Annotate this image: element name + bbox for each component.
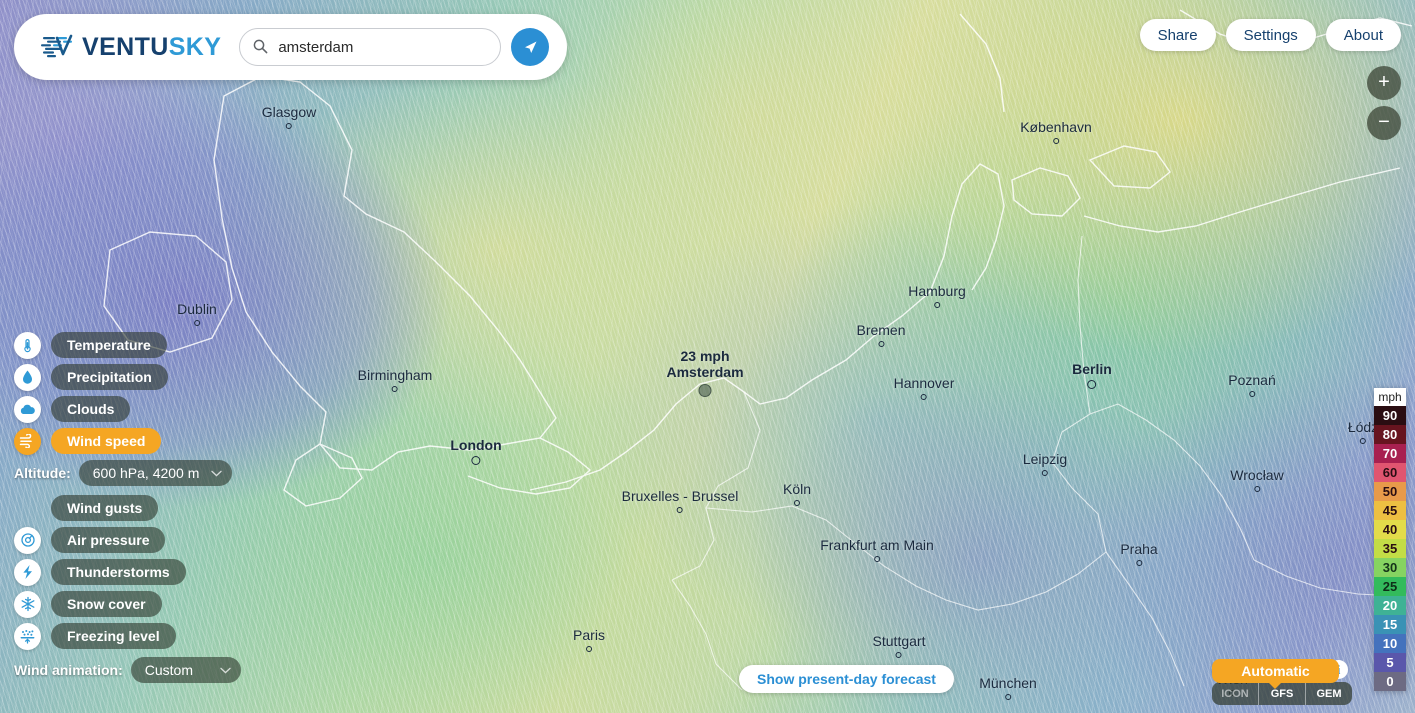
model-selector: Model: i Automatic ICON GFS GEM bbox=[1212, 659, 1352, 705]
ventusky-logo[interactable]: VENTUSKY bbox=[41, 33, 221, 62]
layer-button-precipitation[interactable]: Precipitation bbox=[51, 364, 168, 390]
ventusky-app: Glasgow Dublin Birmingham London København Ha… bbox=[0, 0, 1415, 713]
cloud-icon bbox=[14, 395, 41, 423]
altitude-label: Altitude: bbox=[14, 465, 71, 481]
ventusky-logo-icon bbox=[41, 34, 73, 58]
altitude-select[interactable]: 600 hPa, 4200 m bbox=[78, 460, 233, 486]
zoom-in-button[interactable]: + bbox=[1367, 66, 1401, 100]
layer-button-thunderstorms[interactable]: Thunderstorms bbox=[51, 559, 186, 585]
layer-button-temperature[interactable]: Temperature bbox=[51, 332, 167, 358]
wind-animation-row[interactable]: Wind animation: Custom bbox=[14, 657, 274, 683]
layer-button-clouds[interactable]: Clouds bbox=[51, 396, 131, 422]
legend-unit-label: mph bbox=[1374, 388, 1406, 406]
snowflake-icon bbox=[14, 590, 41, 618]
model-tab-icon[interactable]: ICON bbox=[1212, 682, 1258, 705]
layer-sidebar: Temperature Precipitation Clouds Wind sp… bbox=[14, 331, 274, 689]
layer-row-precipitation[interactable]: Precipitation bbox=[14, 363, 274, 391]
legend-swatch: 15 bbox=[1374, 615, 1406, 634]
locate-me-button[interactable] bbox=[511, 28, 550, 66]
share-button[interactable]: Share bbox=[1139, 19, 1216, 51]
legend-swatch: 40 bbox=[1374, 520, 1406, 539]
wind-animation-label: Wind animation: bbox=[14, 662, 123, 678]
layer-row-snow-cover[interactable]: Snow cover bbox=[14, 590, 274, 618]
legend-swatch: 45 bbox=[1374, 501, 1406, 520]
thermometer-icon bbox=[14, 331, 41, 359]
legend-swatch: 10 bbox=[1374, 634, 1406, 653]
legend-swatch: 35 bbox=[1374, 539, 1406, 558]
brand-text-secondary: SKY bbox=[168, 32, 222, 61]
legend-swatch: 0 bbox=[1374, 672, 1406, 691]
brand-text-primary: VENTU bbox=[82, 32, 169, 61]
top-search-bar: VENTUSKY bbox=[14, 14, 567, 80]
about-button[interactable]: About bbox=[1325, 19, 1401, 51]
spacer-icon bbox=[14, 495, 41, 522]
zoom-out-button[interactable]: − bbox=[1367, 106, 1401, 140]
selected-location-name: Amsterdam bbox=[666, 364, 744, 380]
selected-location-value: 23 mph bbox=[680, 348, 730, 364]
altitude-row[interactable]: Altitude: 600 hPa, 4200 m bbox=[14, 460, 274, 486]
layer-button-snow-cover[interactable]: Snow cover bbox=[51, 591, 162, 617]
raindrop-icon bbox=[14, 363, 41, 391]
legend-swatch: 70 bbox=[1374, 444, 1406, 463]
model-tabs: ICON GFS GEM bbox=[1212, 682, 1352, 705]
legend-swatch: 20 bbox=[1374, 596, 1406, 615]
zoom-controls: + − bbox=[1367, 66, 1401, 140]
search-input[interactable] bbox=[239, 28, 502, 66]
legend-levels: 90 80 70 60 50 45 40 35 30 25 20 15 10 5 0 bbox=[1374, 406, 1406, 691]
wind-speed-legend: mph 90 80 70 60 50 45 40 35 30 25 20 15 10 5 0 bbox=[1374, 388, 1406, 691]
layer-row-freezing-level[interactable]: Freezing level bbox=[14, 622, 274, 650]
legend-swatch: 50 bbox=[1374, 482, 1406, 501]
freezing-icon bbox=[14, 622, 41, 650]
layer-button-wind-gusts[interactable]: Wind gusts bbox=[51, 495, 159, 521]
chevron-down-icon bbox=[211, 470, 223, 477]
search-container bbox=[239, 28, 502, 66]
wind-animation-value: Custom bbox=[144, 662, 193, 678]
ventusky-wordmark: VENTUSKY bbox=[82, 33, 221, 62]
legend-swatch: 90 bbox=[1374, 406, 1406, 425]
layer-button-air-pressure[interactable]: Air pressure bbox=[51, 527, 166, 553]
selected-location-marker[interactable]: 23 mph Amsterdam bbox=[666, 348, 744, 397]
top-right-actions: Share Settings About bbox=[1139, 19, 1401, 51]
layer-button-freezing-level[interactable]: Freezing level bbox=[51, 623, 176, 649]
layer-button-wind-speed[interactable]: Wind speed bbox=[51, 428, 162, 454]
altitude-value: 600 hPa, 4200 m bbox=[92, 465, 200, 481]
layer-row-wind-gusts[interactable]: Wind gusts bbox=[14, 495, 274, 521]
layer-row-temperature[interactable]: Temperature bbox=[14, 331, 274, 359]
location-pin-icon bbox=[698, 384, 712, 397]
legend-swatch: 60 bbox=[1374, 463, 1406, 482]
layer-row-clouds[interactable]: Clouds bbox=[14, 395, 274, 423]
wind-icon bbox=[14, 427, 41, 455]
layer-row-wind-speed[interactable]: Wind speed bbox=[14, 427, 274, 455]
lightning-icon bbox=[14, 558, 41, 586]
legend-swatch: 25 bbox=[1374, 577, 1406, 596]
wind-animation-select[interactable]: Custom bbox=[130, 657, 241, 683]
model-automatic-badge[interactable]: Automatic bbox=[1212, 659, 1339, 689]
chevron-down-icon bbox=[220, 667, 231, 674]
barometer-icon bbox=[14, 526, 41, 554]
legend-swatch: 80 bbox=[1374, 425, 1406, 444]
layer-row-thunderstorms[interactable]: Thunderstorms bbox=[14, 558, 274, 586]
show-present-day-forecast-button[interactable]: Show present-day forecast bbox=[739, 665, 954, 693]
layer-row-air-pressure[interactable]: Air pressure bbox=[14, 526, 274, 554]
legend-swatch: 5 bbox=[1374, 653, 1406, 672]
model-tab-gem[interactable]: GEM bbox=[1305, 682, 1352, 705]
navigation-arrow-icon bbox=[524, 41, 537, 53]
settings-button[interactable]: Settings bbox=[1225, 19, 1316, 51]
legend-swatch: 30 bbox=[1374, 558, 1406, 577]
